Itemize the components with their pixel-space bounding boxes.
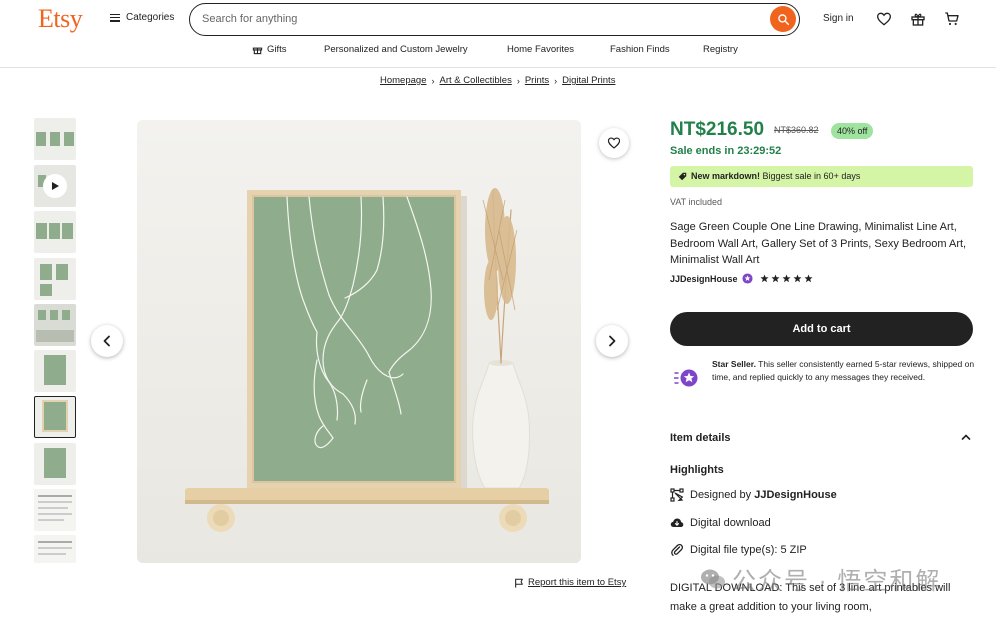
discount-badge: 40% off	[831, 123, 874, 139]
digital-download-label: Digital download	[690, 517, 771, 529]
nav-registry[interactable]: Registry	[703, 44, 738, 55]
thumbnail-selected[interactable]	[34, 396, 76, 438]
favorites-button[interactable]	[875, 10, 893, 28]
sign-in-link[interactable]: Sign in	[823, 13, 854, 24]
file-types-label: Digital file type(s): 5 ZIP	[690, 544, 807, 556]
heart-icon	[607, 137, 621, 149]
listing-title: Sage Green Couple One Line Drawing, Mini…	[670, 221, 967, 266]
star-seller-title: Star Seller.	[712, 359, 756, 369]
original-price: NT$360.82	[774, 125, 819, 135]
markdown-text: Biggest sale in 60+ days	[760, 171, 861, 181]
sale-price: NT$216.50	[670, 119, 765, 140]
favorite-button[interactable]	[599, 128, 629, 158]
etsy-logo[interactable]: Etsy	[38, 4, 83, 34]
cart-button[interactable]	[943, 10, 961, 28]
gift-icon	[252, 47, 263, 55]
search-bar	[189, 3, 800, 36]
previous-image-button[interactable]	[91, 325, 123, 357]
item-details-label: Item details	[670, 432, 731, 444]
rating-stars	[759, 274, 813, 283]
markdown-banner: New markdown! Biggest sale in 60+ days	[670, 166, 973, 187]
highlight-digital-download: Digital download	[670, 516, 771, 530]
report-item-label: Report this item to Etsy	[528, 577, 627, 588]
sale-countdown: Sale ends in 23:29:52	[670, 145, 782, 157]
play-icon	[52, 182, 59, 190]
star-seller-notice: Star Seller. This seller consistently ea…	[670, 356, 975, 401]
breadcrumb-digital-prints[interactable]: Digital Prints	[562, 75, 615, 86]
search-icon	[777, 13, 789, 25]
vat-note: VAT included	[670, 197, 723, 207]
designed-by-shop-link[interactable]: JJDesignHouse	[754, 489, 837, 501]
category-nav: Gifts Personalized and Custom Jewelry Ho…	[0, 44, 996, 58]
product-photo	[137, 120, 581, 563]
star-icon	[781, 274, 791, 283]
gifts-button[interactable]	[909, 10, 927, 28]
thumbnail[interactable]	[34, 258, 76, 300]
cloud-download-icon	[670, 518, 684, 527]
chevron-right-icon: ›	[516, 75, 520, 86]
gift-icon	[911, 13, 925, 26]
thumbnail[interactable]	[34, 443, 76, 485]
search-input[interactable]	[202, 10, 762, 28]
highlights-heading: Highlights	[670, 464, 724, 476]
next-image-button[interactable]	[596, 325, 628, 357]
categories-button[interactable]: Categories	[110, 12, 174, 23]
thumbnail-video[interactable]	[34, 165, 76, 207]
site-header: Etsy Categories Sign in Gifts Personaliz…	[0, 0, 996, 68]
breadcrumb-art-collectibles[interactable]: Art & Collectibles	[439, 75, 511, 86]
chevron-left-icon	[103, 335, 110, 347]
heart-icon	[876, 12, 892, 26]
nav-personalized[interactable]: Personalized and Custom Jewelry	[324, 44, 468, 55]
chevron-right-icon	[609, 335, 616, 347]
shop-info: JJDesignHouse	[670, 273, 813, 284]
add-to-cart-button[interactable]: Add to cart	[670, 312, 973, 346]
star-seller-badge-icon	[741, 273, 753, 284]
thumbnail[interactable]	[34, 350, 76, 392]
categories-label: Categories	[126, 12, 175, 23]
nav-gifts-label: Gifts	[267, 44, 287, 55]
designer-icon	[670, 488, 684, 502]
nav-home-favorites[interactable]: Home Favorites	[507, 44, 574, 55]
thumbnail[interactable]	[34, 304, 76, 346]
flag-icon	[515, 578, 523, 588]
chevron-right-icon: ›	[554, 75, 558, 86]
price-tag-icon	[678, 172, 687, 181]
highlight-file-types: Digital file type(s): 5 ZIP	[670, 543, 807, 557]
paperclip-icon	[671, 543, 684, 556]
watermark: 公众号 · 悟空和解	[700, 561, 941, 596]
star-icon	[770, 274, 780, 283]
thumbnail[interactable]	[34, 535, 76, 563]
play-button[interactable]	[43, 174, 67, 198]
designed-by-prefix: Designed by	[690, 489, 755, 501]
chevron-right-icon: ›	[431, 75, 435, 86]
shop-name-link[interactable]: JJDesignHouse	[670, 274, 738, 284]
breadcrumb-homepage[interactable]: Homepage	[380, 75, 426, 86]
star-icon	[792, 274, 802, 283]
cart-icon	[945, 12, 959, 26]
watermark-text: 公众号 · 悟空和解	[732, 568, 942, 595]
nav-fashion-finds[interactable]: Fashion Finds	[610, 44, 670, 55]
thumbnail[interactable]	[34, 211, 76, 253]
star-seller-icon	[674, 369, 698, 387]
chevron-up-icon[interactable]	[961, 432, 971, 442]
breadcrumb: Homepage › Art & Collectibles › Prints ›…	[380, 75, 615, 86]
main-product-image	[137, 120, 581, 563]
star-icon	[803, 274, 813, 283]
thumbnail[interactable]	[34, 118, 76, 160]
thumbnail[interactable]	[34, 489, 76, 531]
item-details-header[interactable]: Item details	[670, 432, 973, 444]
star-seller-description: Star Seller. This seller consistently ea…	[712, 358, 975, 384]
wechat-icon	[701, 569, 725, 588]
breadcrumb-prints[interactable]: Prints	[525, 75, 549, 86]
menu-icon	[110, 13, 120, 22]
nav-gifts[interactable]: Gifts	[252, 44, 287, 55]
report-item-link[interactable]: Report this item to Etsy	[514, 577, 626, 588]
markdown-title: New markdown!	[691, 171, 761, 181]
highlight-designed-by: Designed by JJDesignHouse	[670, 488, 837, 502]
search-button[interactable]	[770, 6, 796, 32]
star-icon	[759, 274, 769, 283]
